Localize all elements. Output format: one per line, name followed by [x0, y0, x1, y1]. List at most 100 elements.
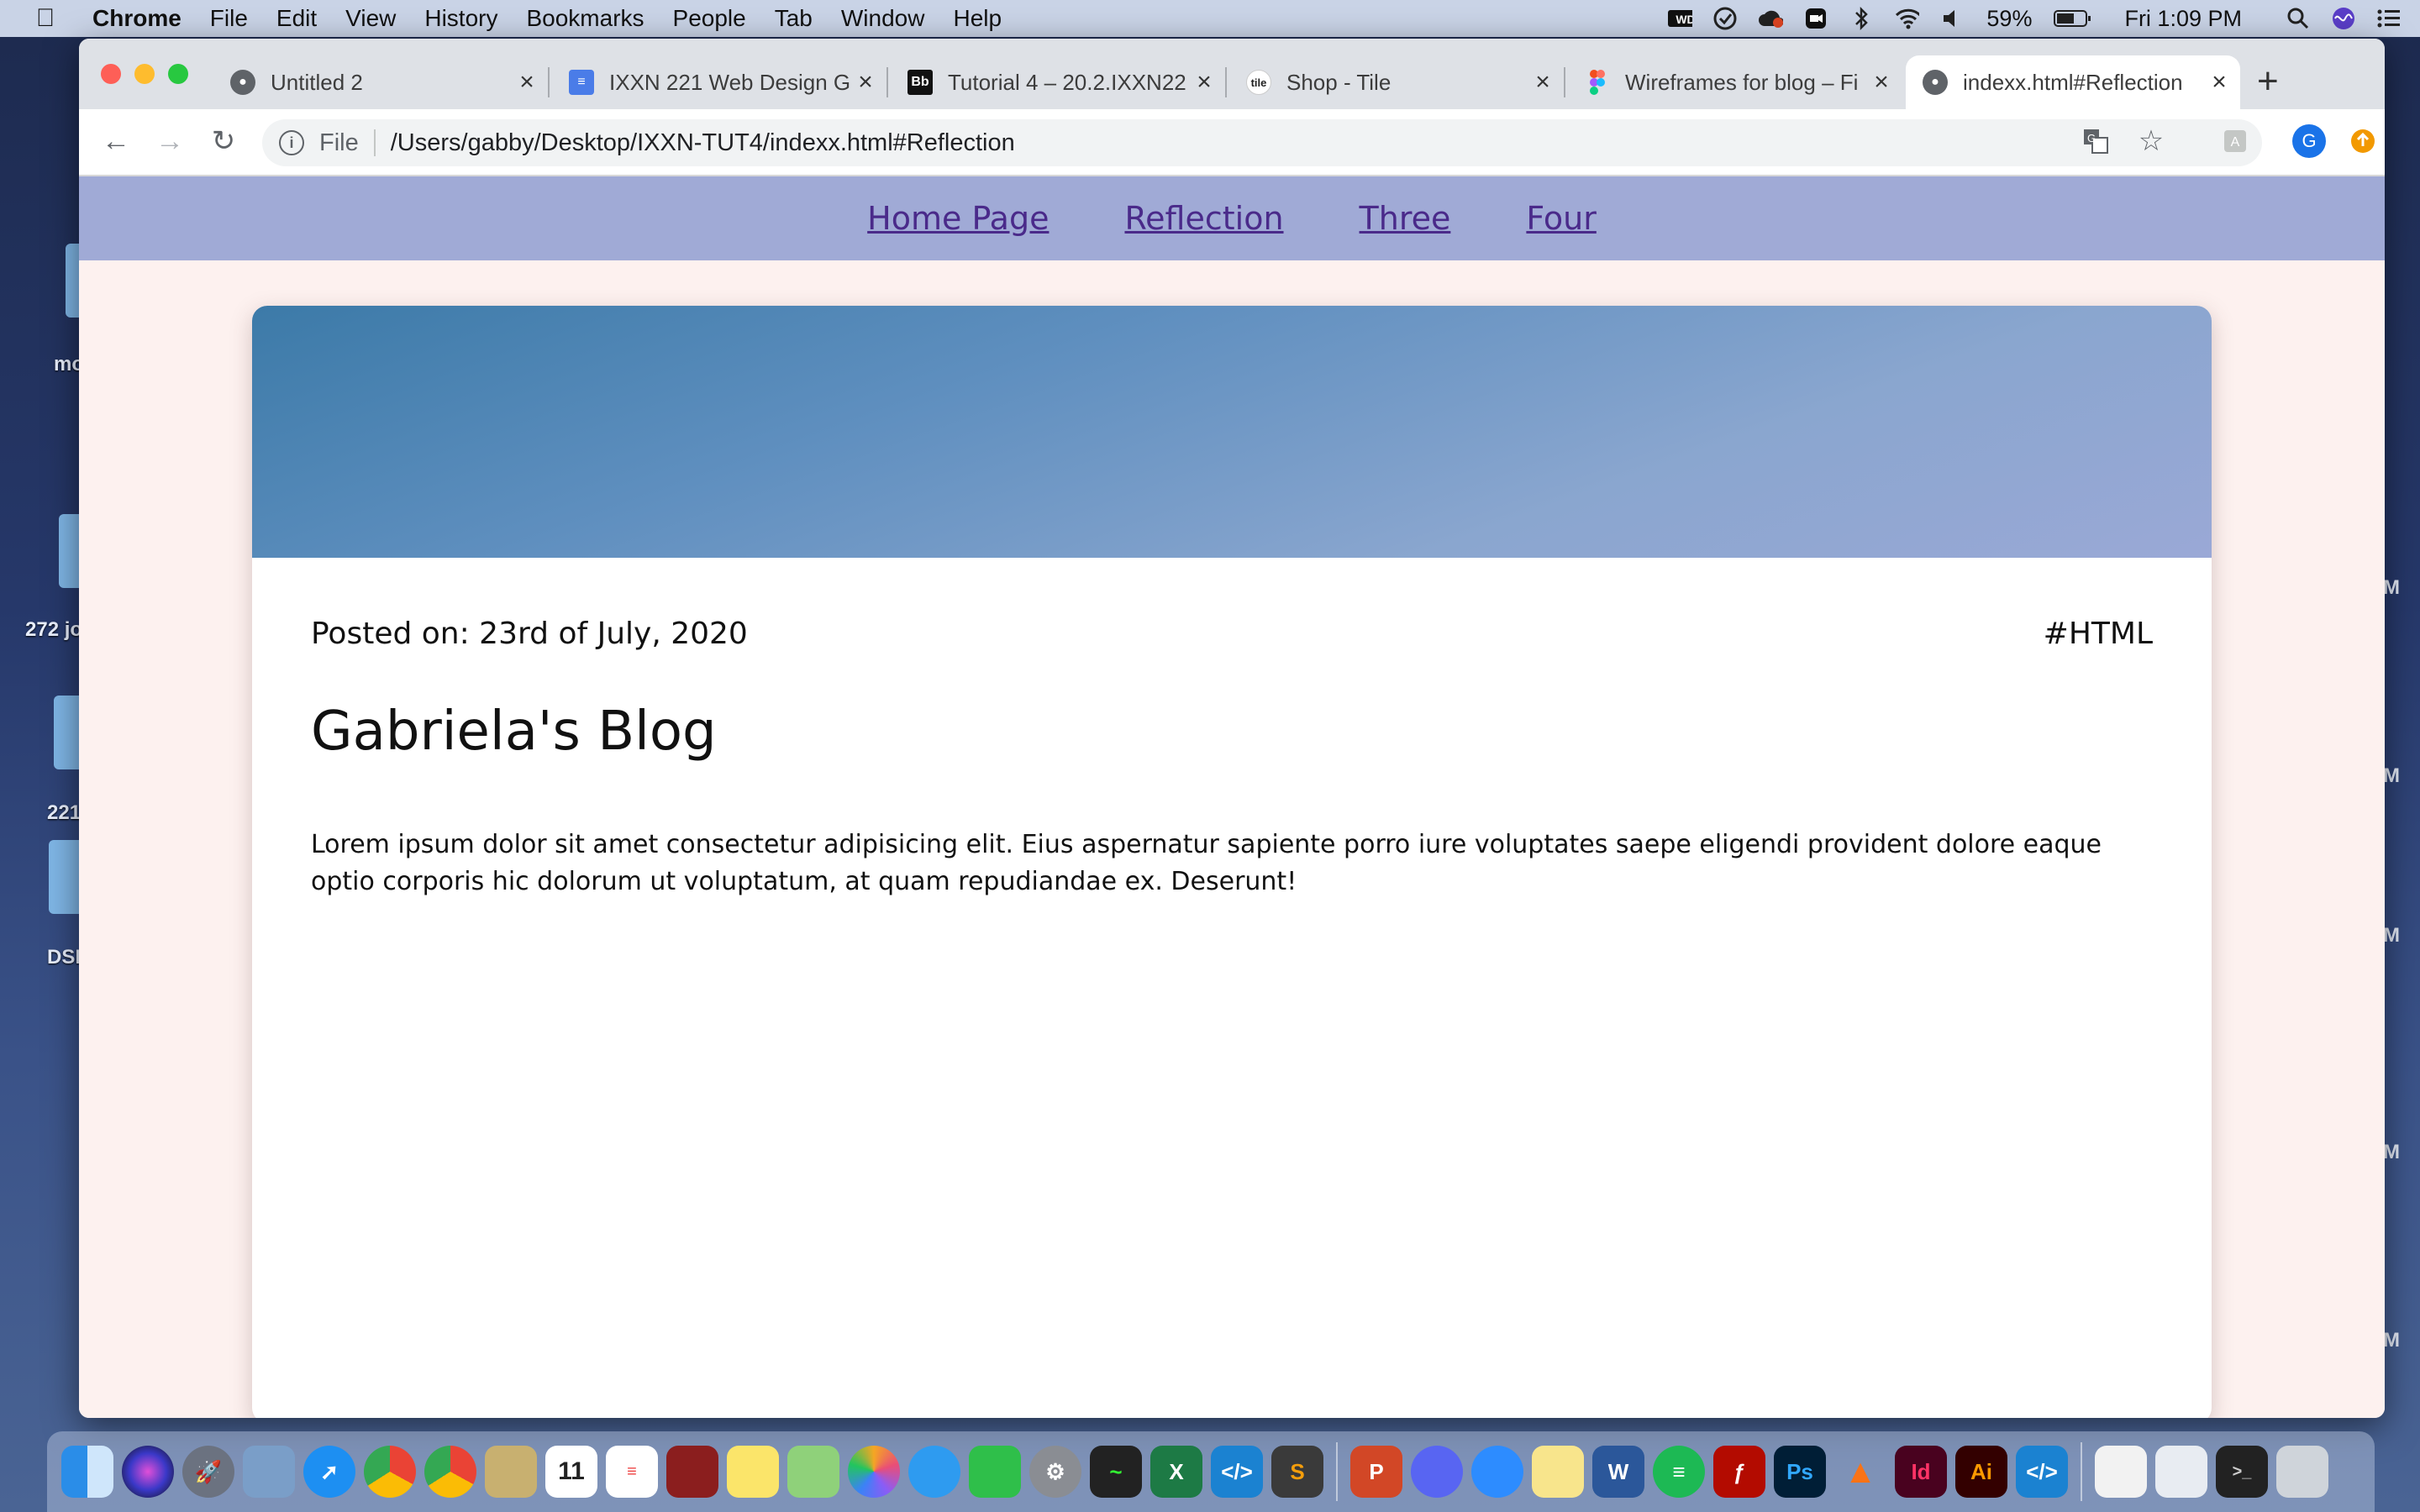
finder-icon[interactable]	[61, 1446, 113, 1498]
messages-icon[interactable]	[908, 1446, 960, 1498]
preview-icon[interactable]	[243, 1446, 295, 1498]
close-tab-icon[interactable]: ×	[1530, 68, 1555, 97]
browser-toolbar: ← → ↻ i File /Users/gabby/Desktop/IXXN-T…	[79, 109, 2385, 176]
menubar-view[interactable]: View	[345, 5, 396, 32]
menubar-clock[interactable]: Fri 1:09 PM	[2124, 6, 2242, 32]
activity-monitor-icon[interactable]: ~	[1090, 1446, 1142, 1498]
nav-link-three[interactable]: Three	[1360, 200, 1451, 237]
nav-link-four[interactable]: Four	[1526, 200, 1596, 237]
extension-icon[interactable]: A	[2218, 124, 2252, 158]
tab-separator	[886, 67, 888, 97]
minimize-window-button[interactable]	[134, 64, 155, 84]
close-tab-icon[interactable]: ×	[853, 68, 878, 97]
sublime-icon[interactable]: S	[1271, 1446, 1323, 1498]
tab-separator	[1225, 67, 1227, 97]
apple-menu-icon[interactable]: 	[24, 4, 67, 33]
tab-tutorial-4[interactable]: Bb Tutorial 4 – 20.2.IXXN22 ×	[891, 55, 1217, 109]
menubar-history[interactable]: History	[424, 5, 497, 32]
notification-center-icon[interactable]	[2376, 6, 2402, 31]
menubar-file[interactable]: File	[210, 5, 248, 32]
nav-link-reflection[interactable]: Reflection	[1124, 200, 1283, 237]
back-arrow-icon[interactable]: ←	[99, 124, 133, 158]
tab-wireframes-figma[interactable]: Wireframes for blog – Fi ×	[1568, 55, 1894, 109]
wd-drive-icon[interactable]: WD	[1667, 6, 1693, 31]
spotlight-search-icon[interactable]	[2286, 6, 2311, 31]
check-disk-icon[interactable]	[1712, 6, 1738, 31]
trash-icon[interactable]	[2276, 1446, 2328, 1498]
address-url[interactable]: /Users/gabby/Desktop/IXXN-TUT4/indexx.ht…	[391, 129, 1015, 157]
notes-icon[interactable]	[727, 1446, 779, 1498]
macos-dock: 🚀 ➚ 11 ≡ ⚙ ~ X </> S P W ≡ ƒ Ps ▲ Id Ai …	[47, 1431, 2375, 1512]
finder-window-icon[interactable]	[2155, 1446, 2207, 1498]
photos-icon[interactable]	[848, 1446, 900, 1498]
chrome-icon[interactable]	[424, 1446, 476, 1498]
site-info-icon[interactable]: i	[279, 130, 304, 155]
menubar-edit[interactable]: Edit	[276, 5, 317, 32]
word-icon[interactable]: W	[1592, 1446, 1644, 1498]
tab-ixxn-web-design[interactable]: ≡ IXXN 221 Web Design G ×	[552, 55, 878, 109]
siri-menubar-icon[interactable]	[2331, 6, 2356, 31]
siri-icon[interactable]	[122, 1446, 174, 1498]
calendar-icon[interactable]: 11	[545, 1446, 597, 1498]
close-window-button[interactable]	[101, 64, 121, 84]
reminders-icon[interactable]: ≡	[606, 1446, 658, 1498]
tab-title: Untitled 2	[271, 69, 363, 95]
menubar-bookmarks[interactable]: Bookmarks	[526, 5, 644, 32]
menubar-app-name[interactable]: Chrome	[92, 5, 182, 32]
indesign-icon[interactable]: Id	[1895, 1446, 1947, 1498]
maps-icon[interactable]	[787, 1446, 839, 1498]
wifi-icon[interactable]	[1894, 6, 1920, 31]
new-tab-button[interactable]: +	[2257, 60, 2279, 102]
menubar-help[interactable]: Help	[953, 5, 1002, 32]
facetime-icon[interactable]	[969, 1446, 1021, 1498]
menubar-people[interactable]: People	[673, 5, 746, 32]
acrobat-icon[interactable]: ƒ	[1713, 1446, 1765, 1498]
photoshop-icon[interactable]: Ps	[1774, 1446, 1826, 1498]
vscode-icon[interactable]: </>	[1211, 1446, 1263, 1498]
menubar-window[interactable]: Window	[841, 5, 925, 32]
terminal-icon[interactable]: >_	[2216, 1446, 2268, 1498]
bluetooth-icon[interactable]	[1849, 6, 1874, 31]
discord-icon[interactable]	[1411, 1446, 1463, 1498]
tab-untitled-2[interactable]: ● Untitled 2 ×	[213, 55, 539, 109]
close-tab-icon[interactable]: ×	[1869, 68, 1894, 97]
close-tab-icon[interactable]: ×	[514, 68, 539, 97]
photo-booth-icon[interactable]	[666, 1446, 718, 1498]
menubar-tab[interactable]: Tab	[775, 5, 813, 32]
address-bar[interactable]: i File /Users/gabby/Desktop/IXXN-TUT4/in…	[262, 119, 2262, 166]
volume-icon[interactable]	[1939, 6, 1965, 31]
forward-arrow-icon[interactable]: →	[153, 124, 187, 158]
system-preferences-icon[interactable]: ⚙	[1029, 1446, 1081, 1498]
chrome-icon[interactable]	[364, 1446, 416, 1498]
creative-cloud-icon[interactable]	[1758, 6, 1784, 31]
translate-icon[interactable]: G	[2079, 124, 2112, 158]
close-tab-icon[interactable]: ×	[1192, 68, 1217, 97]
hotspot-icon[interactable]: ▲	[1834, 1446, 1886, 1498]
reload-icon[interactable]: ↻	[207, 124, 240, 158]
menubar-status-area: WD 59% Fri 1:09 PM	[1657, 0, 2420, 37]
profile-avatar[interactable]: G	[2292, 124, 2326, 158]
tab-shop-tile[interactable]: tile Shop - Tile ×	[1229, 55, 1555, 109]
powerpoint-icon[interactable]: P	[1350, 1446, 1402, 1498]
launchpad-icon[interactable]: 🚀	[182, 1446, 234, 1498]
zoom-status-icon[interactable]	[1803, 6, 1828, 31]
update-available-icon[interactable]	[2346, 124, 2380, 158]
stickies-icon[interactable]	[1532, 1446, 1584, 1498]
safari-icon[interactable]: ➚	[303, 1446, 355, 1498]
close-tab-icon[interactable]: ×	[2207, 68, 2232, 97]
zoom-window-button[interactable]	[168, 64, 188, 84]
mail-icon[interactable]	[485, 1446, 537, 1498]
spotify-icon[interactable]: ≡	[1653, 1446, 1705, 1498]
tab-title: indexx.html#Reflection	[1963, 69, 2183, 95]
zoom-icon[interactable]	[1471, 1446, 1523, 1498]
vscode-icon[interactable]: </>	[2016, 1446, 2068, 1498]
nav-link-home-page[interactable]: Home Page	[867, 200, 1049, 237]
illustrator-icon[interactable]: Ai	[1955, 1446, 2007, 1498]
tab-indexx-reflection[interactable]: ● indexx.html#Reflection ×	[1906, 55, 2240, 109]
bookmark-star-icon[interactable]: ☆	[2134, 124, 2168, 158]
excel-icon[interactable]: X	[1150, 1446, 1202, 1498]
battery-icon[interactable]	[2054, 6, 2092, 31]
site-nav: Home Page Reflection Three Four	[79, 176, 2385, 260]
finder-window-icon[interactable]	[2095, 1446, 2147, 1498]
profile-initial: G	[2292, 124, 2326, 158]
